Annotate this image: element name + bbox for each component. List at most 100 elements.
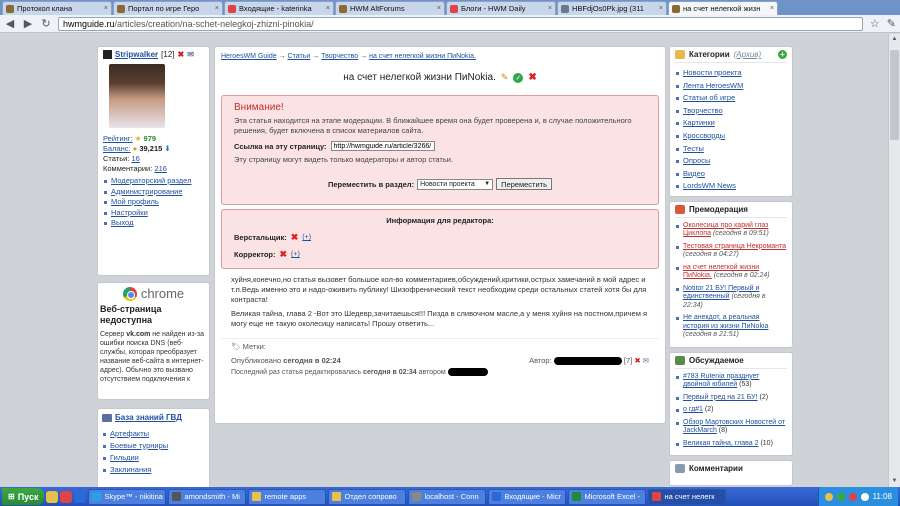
delete-icon[interactable]: ✖ [528, 72, 536, 83]
crumb-home[interactable]: HeroesWM Guide [221, 53, 277, 60]
browser-tab[interactable]: HBFdjOs0Pk.jpg (311 × [557, 1, 667, 15]
notice-title: Внимание! [234, 102, 284, 113]
close-tab-icon[interactable]: × [770, 5, 774, 12]
archive-link[interactable]: (Архив) [734, 50, 761, 59]
close-tab-icon[interactable]: × [548, 5, 552, 12]
knowledge-item[interactable]: Артефакты [102, 428, 205, 440]
close-tab-icon[interactable]: × [659, 5, 663, 12]
mail-icon[interactable]: ✉ [187, 50, 194, 59]
taskbar-button[interactable]: Входящие - Micr [488, 488, 567, 505]
scroll-down-icon[interactable]: ▼ [889, 476, 900, 487]
category-item[interactable]: Новости проекта [675, 67, 787, 80]
comment-icon [675, 464, 685, 474]
discussed-item[interactable]: #783 Rutenia празднует двойной юбилей (5… [675, 373, 787, 390]
star-icon[interactable]: ☆ [869, 17, 881, 30]
discussed-item[interactable]: Обзор Мартовских Новостей от JackMarch (… [675, 419, 787, 436]
category-item[interactable]: Видео [675, 168, 787, 181]
crumb-articles[interactable]: Статьи [288, 53, 311, 60]
premoderation-item[interactable]: Тестовая страница Некроманта (сегодня в … [675, 243, 787, 260]
add-icon[interactable]: + [778, 50, 787, 59]
category-item[interactable]: Опросы [675, 155, 787, 168]
user-menu-item[interactable]: Модераторский раздел [103, 176, 204, 187]
tab-favicon [561, 4, 569, 13]
user-menu-item[interactable]: Администрирование [103, 187, 204, 198]
browser-tab[interactable]: Портал по игре Геро × [113, 1, 223, 15]
edit-icon[interactable]: ✎ [501, 72, 509, 83]
knowledge-item[interactable]: Боевые турниры [102, 440, 205, 452]
username-link[interactable]: Stripwalker [115, 50, 158, 59]
approve-icon[interactable]: ✓ [513, 72, 524, 83]
scroll-up-icon[interactable]: ▲ [889, 34, 900, 45]
redacted-author [553, 357, 622, 366]
vertical-scrollbar[interactable]: ▲ ▼ [888, 34, 900, 487]
discussed-item[interactable]: о гд#1 (2) [675, 406, 787, 415]
corrector-row: Корректор: ✖ (+) [234, 249, 300, 260]
tab-label: Протокол клана [17, 4, 73, 13]
page-link-field[interactable] [330, 141, 435, 151]
knowledge-item[interactable]: Гильдии [102, 452, 205, 464]
taskbar-button[interactable]: Skype™ - nikitina [88, 488, 167, 505]
discussed-panel: Обсуждаемое #783 Rutenia празднует двойн… [669, 351, 793, 457]
section-select[interactable]: Новости проекта ▼ [417, 178, 494, 190]
tab-favicon [117, 4, 125, 13]
category-item[interactable]: Лента HeroesWM [675, 80, 787, 93]
close-tab-icon[interactable]: × [437, 5, 441, 12]
windows-logo-icon: ⊞ [8, 492, 15, 501]
taskbar-button[interactable]: Microsoft Excel - [568, 488, 647, 505]
taskbar-button[interactable]: localhost - Conn [408, 488, 487, 505]
premoderation-item[interactable]: Не анекдот, а реальная история из жизни … [675, 314, 787, 340]
browser-tab[interactable]: Протокол клана × [2, 1, 112, 15]
remove-icon[interactable]: ✖ [291, 232, 299, 243]
browser-tab[interactable]: HWM AltForums × [335, 1, 445, 15]
avatar[interactable] [109, 64, 165, 128]
close-tab-icon[interactable]: × [326, 5, 330, 12]
quicklaunch-icon[interactable] [60, 490, 73, 503]
reload-icon[interactable]: ↻ [40, 17, 52, 30]
category-item[interactable]: LordsWM News [675, 180, 787, 193]
discussed-item[interactable]: Первый тред на 21 БУ! (2) [675, 394, 787, 403]
back-icon[interactable]: ◀ [4, 17, 16, 30]
crumb-creation[interactable]: Творчество [321, 53, 358, 60]
category-item[interactable]: Кроссворды [675, 130, 787, 143]
close-tab-icon[interactable]: × [104, 5, 108, 12]
knowledge-item[interactable]: Заклинания [102, 464, 205, 476]
quicklaunch-icon[interactable] [74, 490, 87, 503]
browser-tab[interactable]: Блоги - HWM Daily × [446, 1, 556, 15]
add-proofreader-link[interactable]: (+) [302, 234, 311, 241]
tray-icon[interactable] [824, 492, 833, 501]
discussed-item[interactable]: Великая тайна, глава 2 (10) [675, 440, 787, 449]
taskbar-button[interactable]: amondsmith - Mi [168, 488, 247, 505]
forward-icon[interactable]: ▶ [22, 17, 34, 30]
scrollbar-thumb[interactable] [890, 50, 899, 140]
taskbar-button[interactable]: remote apps [248, 488, 327, 505]
taskbar-button[interactable]: на счет нелегк [648, 488, 727, 505]
premoderation-item[interactable]: Notitor 21 БУ! Первый и единственный (се… [675, 285, 787, 311]
category-item[interactable]: Статьи об игре [675, 92, 787, 105]
tray-icon[interactable] [860, 492, 869, 501]
start-button[interactable]: ⊞ Пуск [2, 488, 45, 505]
premoderation-item[interactable]: Околесица про карий глаз Циклопа (сегодн… [675, 222, 787, 239]
quicklaunch-icon[interactable] [46, 490, 59, 503]
close-tab-icon[interactable]: × [215, 5, 219, 12]
browser-tab[interactable]: Входящие - katerinka × [224, 1, 334, 15]
user-menu-item[interactable]: Настройки [103, 208, 204, 219]
crumb-current[interactable]: на счет нелегкой жизни ПиNokia. [369, 53, 476, 60]
taskbar-button[interactable]: Отдел сопрово [328, 488, 407, 505]
knowledge-base-title: База знаний ГВД [102, 413, 205, 422]
user-menu-item[interactable]: Выход [103, 218, 204, 229]
remove-icon[interactable]: ✖ [279, 249, 287, 260]
moderation-notice: Внимание! Эта статья находится на этапе … [221, 95, 659, 205]
add-corrector-link[interactable]: (+) [291, 251, 300, 258]
clock[interactable]: 11:08 [873, 492, 892, 501]
tray-icon[interactable] [836, 492, 845, 501]
browser-tab[interactable]: на счет нелегкой жизн × [668, 1, 778, 15]
address-bar[interactable]: hwmguide.ru/articles/creation/na-schet-n… [58, 16, 863, 31]
premoderation-item[interactable]: на счет нелегкой жизни ПиNokia. (сегодня… [675, 264, 787, 281]
category-item[interactable]: Творчество [675, 105, 787, 118]
category-item[interactable]: Тесты [675, 143, 787, 156]
wrench-icon[interactable]: ✎ [887, 17, 896, 30]
user-menu-item[interactable]: Мой профиль [103, 197, 204, 208]
tray-icon[interactable] [848, 492, 857, 501]
category-item[interactable]: Картинки [675, 117, 787, 130]
move-button[interactable]: Переместить [496, 178, 553, 190]
